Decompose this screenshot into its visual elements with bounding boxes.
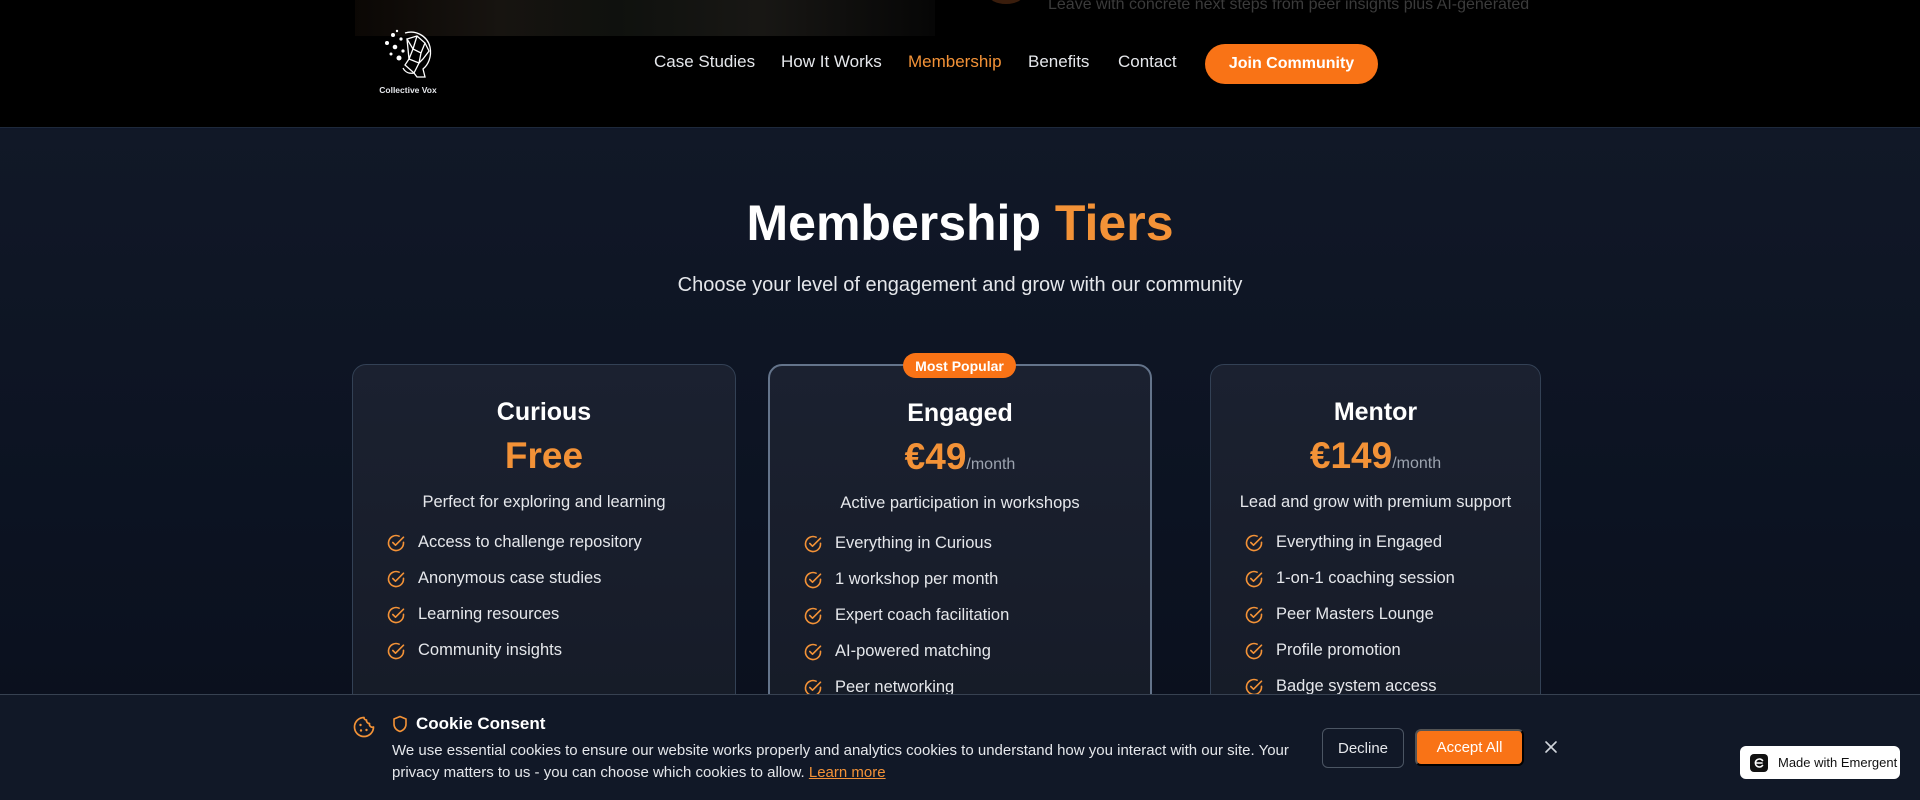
nav-contact[interactable]: Contact — [1118, 52, 1177, 72]
check-circle-icon — [804, 571, 822, 589]
feature-text: Learning resources — [418, 605, 560, 623]
cookie-consent-bar: Cookie Consent We use essential cookies … — [0, 694, 1920, 800]
feature-text: 1-on-1 coaching session — [1276, 569, 1455, 587]
tier-price: Free — [353, 435, 735, 477]
join-community-button[interactable]: Join Community — [1205, 44, 1378, 84]
cookie-icon — [353, 716, 375, 738]
site-header: Leave with concrete next steps from peer… — [0, 0, 1920, 128]
tier-name: Mentor — [1333, 398, 1418, 426]
tier-description: Active participation in workshops — [840, 494, 1080, 512]
feature-text: Profile promotion — [1276, 641, 1401, 659]
tier-name: Curious — [496, 398, 592, 426]
feature-item: Peer Masters Lounge — [1244, 605, 1455, 641]
tier-price: €149/month — [1211, 435, 1540, 477]
tier-features: Everything in Engaged 1-on-1 coaching se… — [1244, 533, 1455, 713]
feature-text: Anonymous case studies — [418, 569, 602, 587]
check-circle-icon — [387, 606, 405, 624]
tier-price-period: /month — [966, 456, 1016, 473]
check-circle-icon — [1245, 606, 1263, 624]
check-circle-icon — [387, 642, 405, 660]
tier-price: €49/month — [770, 436, 1150, 478]
header-background-text: Leave with concrete next steps from peer… — [1048, 0, 1530, 13]
tier-price-amount: Free — [504, 435, 584, 476]
logo-text: Collective Vox — [379, 85, 437, 95]
feature-text: 1 workshop per month — [835, 570, 999, 588]
logo[interactable]: Collective Vox — [377, 27, 439, 97]
section-title: Membership Tiers — [0, 194, 1920, 252]
learn-more-link[interactable]: Learn more — [809, 764, 886, 781]
feature-text: Everything in Curious — [835, 534, 992, 552]
check-circle-icon — [387, 570, 405, 588]
tier-features: Everything in Curious 1 workshop per mon… — [803, 534, 1009, 714]
nav-how-it-works[interactable]: How It Works — [781, 52, 882, 72]
tier-features: Access to challenge repository Anonymous… — [386, 533, 642, 677]
feature-text: Access to challenge repository — [418, 533, 642, 551]
tier-price-amount: €49 — [904, 436, 967, 477]
nav-case-studies[interactable]: Case Studies — [654, 52, 755, 72]
header-background-decor — [988, 0, 1024, 4]
check-circle-icon — [1245, 570, 1263, 588]
feature-item: 1 workshop per month — [803, 570, 1009, 606]
check-circle-icon — [1245, 534, 1263, 552]
close-icon[interactable] — [1544, 740, 1558, 754]
check-circle-icon — [1245, 642, 1263, 660]
section-subtitle: Choose your level of engagement and grow… — [677, 274, 1243, 296]
feature-item: Learning resources — [386, 605, 642, 641]
feature-item: Everything in Curious — [803, 534, 1009, 570]
feature-text: Expert coach facilitation — [835, 606, 1010, 624]
tier-description: Perfect for exploring and learning — [422, 493, 666, 511]
feature-item: Community insights — [386, 641, 642, 677]
decline-button[interactable]: Decline — [1322, 728, 1404, 768]
made-with-emergent-badge[interactable]: Made with Emergent — [1740, 746, 1900, 779]
feature-item: Expert coach facilitation — [803, 606, 1009, 642]
section-title-accent: Tiers — [1054, 195, 1174, 251]
tier-description: Lead and grow with premium support — [1239, 493, 1512, 511]
most-popular-badge: Most Popular — [903, 353, 1016, 378]
feature-item: Everything in Engaged — [1244, 533, 1455, 569]
shield-icon — [393, 715, 407, 733]
accept-all-button[interactable]: Accept All — [1415, 729, 1524, 766]
tier-price-period: /month — [1392, 455, 1442, 472]
feature-text: Community insights — [418, 641, 562, 659]
header-background-image — [355, 0, 935, 36]
tier-price-amount: €149 — [1309, 435, 1393, 476]
nav-benefits[interactable]: Benefits — [1028, 52, 1089, 72]
check-circle-icon — [804, 643, 822, 661]
nav-membership[interactable]: Membership — [908, 52, 1002, 72]
feature-item: Anonymous case studies — [386, 569, 642, 605]
emergent-logo-icon — [1750, 753, 1768, 772]
emergent-badge-text: Made with Emergent — [1778, 755, 1898, 770]
cookie-description: We use essential cookies to ensure our w… — [392, 740, 1292, 784]
feature-item: 1-on-1 coaching session — [1244, 569, 1455, 605]
logo-head-icon — [385, 29, 432, 78]
feature-text: Peer Masters Lounge — [1276, 605, 1434, 623]
feature-text: Everything in Engaged — [1276, 533, 1443, 551]
cookie-title: Cookie Consent — [416, 714, 546, 733]
check-circle-icon — [387, 534, 405, 552]
feature-item: AI-powered matching — [803, 642, 1009, 678]
check-circle-icon — [804, 535, 822, 553]
section-title-main: Membership — [746, 195, 1041, 251]
check-circle-icon — [804, 607, 822, 625]
tier-name: Engaged — [907, 399, 1013, 427]
feature-item: Access to challenge repository — [386, 533, 642, 569]
feature-text: AI-powered matching — [835, 642, 991, 660]
feature-item: Profile promotion — [1244, 641, 1455, 677]
